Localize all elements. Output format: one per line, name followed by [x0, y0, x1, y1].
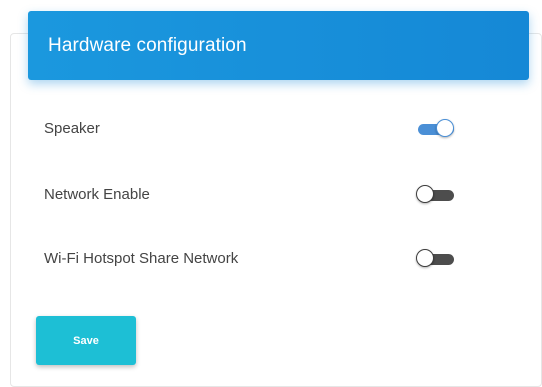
setting-row-speaker: Speaker — [44, 113, 464, 143]
setting-row-network-enable: Network Enable — [44, 179, 464, 209]
setting-label: Wi-Fi Hotspot Share Network — [44, 249, 239, 267]
card-header: Hardware configuration — [28, 11, 529, 80]
toggle-knob — [416, 185, 434, 203]
toggle-knob — [436, 119, 454, 137]
save-button[interactable]: Save — [36, 316, 136, 365]
hardware-config-page: Hardware configuration Speaker Network E… — [0, 0, 542, 387]
setting-row-wifi-hotspot: Wi-Fi Hotspot Share Network — [44, 243, 464, 273]
speaker-toggle[interactable] — [416, 119, 454, 139]
setting-label: Network Enable — [44, 185, 150, 203]
network-enable-toggle[interactable] — [416, 185, 454, 205]
toggle-knob — [416, 249, 434, 267]
wifi-hotspot-share-toggle[interactable] — [416, 249, 454, 269]
setting-label: Speaker — [44, 119, 100, 137]
page-title: Hardware configuration — [48, 34, 247, 56]
